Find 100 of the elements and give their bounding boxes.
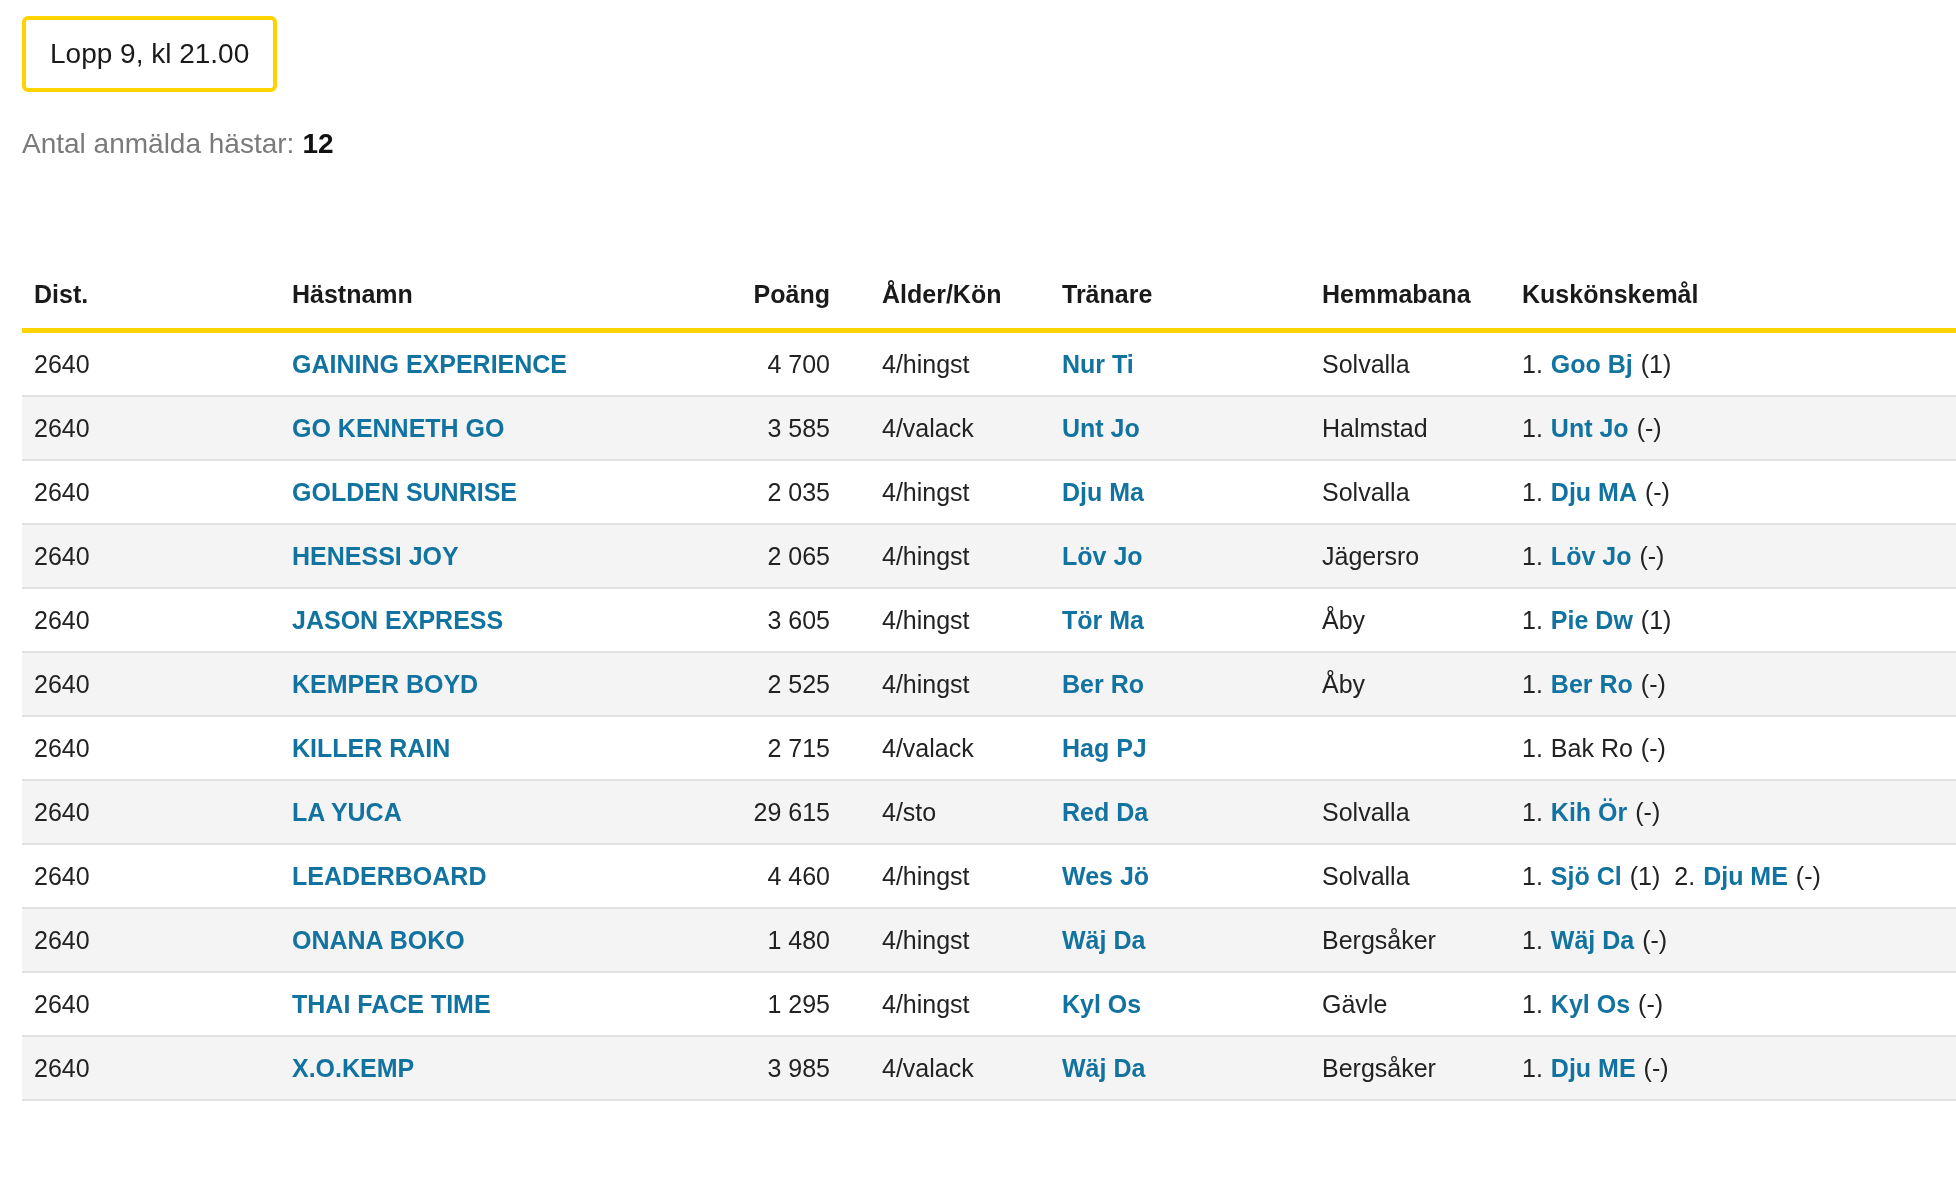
driver-rank: 1. xyxy=(1522,861,1543,891)
driver-note: (1) xyxy=(1640,349,1672,379)
driver-link[interactable]: Sjö Cl xyxy=(1550,861,1622,891)
horse-link[interactable]: LA YUCA xyxy=(292,797,402,826)
driver-link[interactable]: Unt Jo xyxy=(1550,413,1629,443)
home-track: Solvalla xyxy=(1322,861,1410,890)
home-track: Åby xyxy=(1322,605,1366,634)
driver-rank: 1. xyxy=(1522,605,1543,635)
age-sex-cell: 4/hingst xyxy=(870,330,1050,396)
driver-note: (-) xyxy=(1639,541,1665,571)
horse-link[interactable]: X.O.KEMP xyxy=(292,1053,415,1082)
race-title: Lopp 9, kl 21.00 xyxy=(22,16,278,92)
driver-link[interactable]: Dju ME xyxy=(1550,1053,1636,1083)
points-cell: 4 460 xyxy=(720,844,870,908)
trainer-link[interactable]: Nur Ti xyxy=(1062,349,1134,378)
age-sex-cell: 4/valack xyxy=(870,1036,1050,1100)
driver-name: Bak Ro xyxy=(1550,733,1633,763)
points-cell: 3 605 xyxy=(720,588,870,652)
trainer-link[interactable]: Ber Ro xyxy=(1062,669,1144,698)
driver-link[interactable]: Wäj Da xyxy=(1550,925,1635,955)
distance-cell: 2640 xyxy=(22,716,280,780)
distance-cell: 2640 xyxy=(22,972,280,1036)
driver-link[interactable]: Löv Jo xyxy=(1550,541,1632,571)
distance-cell: 2640 xyxy=(22,652,280,716)
age-sex-cell: 4/hingst xyxy=(870,652,1050,716)
driver-rank: 1. xyxy=(1522,925,1543,955)
points-cell: 2 715 xyxy=(720,716,870,780)
trainer-link[interactable]: Hag PJ xyxy=(1062,733,1147,762)
home-track: Bergsåker xyxy=(1322,1053,1436,1082)
horse-link[interactable]: KILLER RAIN xyxy=(292,733,451,762)
age-sex-cell: 4/hingst xyxy=(870,524,1050,588)
points-cell: 2 035 xyxy=(720,460,870,524)
age-sex-cell: 4/hingst xyxy=(870,844,1050,908)
trainer-link[interactable]: Löv Jo xyxy=(1062,541,1143,570)
horse-link[interactable]: GOLDEN SUNRISE xyxy=(292,477,518,506)
driver-note: (-) xyxy=(1642,925,1668,955)
driver-rank: 1. xyxy=(1522,669,1543,699)
points-cell: 2 065 xyxy=(720,524,870,588)
driver-note: (-) xyxy=(1635,797,1661,827)
driver-rank: 1. xyxy=(1522,733,1543,763)
home-track: Solvalla xyxy=(1322,349,1410,378)
horse-link[interactable]: JASON EXPRESS xyxy=(292,605,504,634)
driver-note: (1) xyxy=(1640,605,1672,635)
distance-cell: 2640 xyxy=(22,780,280,844)
age-sex-cell: 4/valack xyxy=(870,396,1050,460)
points-cell: 1 295 xyxy=(720,972,870,1036)
driver-note: (-) xyxy=(1795,861,1821,891)
trainer-link[interactable]: Wes Jö xyxy=(1062,861,1150,890)
driver-rank: 1. xyxy=(1522,413,1543,443)
trainer-link[interactable]: Unt Jo xyxy=(1062,413,1140,442)
horse-link[interactable]: HENESSI JOY xyxy=(292,541,459,570)
trainer-link[interactable]: Wäj Da xyxy=(1062,1053,1146,1082)
home-track: Halmstad xyxy=(1322,413,1428,442)
horse-link[interactable]: LEADERBOARD xyxy=(292,861,487,890)
driver-link[interactable]: Ber Ro xyxy=(1550,669,1633,699)
points-cell: 29 615 xyxy=(720,780,870,844)
horse-link[interactable]: GO KENNETH GO xyxy=(292,413,505,442)
driver-link[interactable]: Goo Bj xyxy=(1550,349,1633,379)
points-cell: 1 480 xyxy=(720,908,870,972)
trainer-link[interactable]: Tör Ma xyxy=(1062,605,1144,634)
home-track: Gävle xyxy=(1322,989,1388,1018)
home-track: Jägersro xyxy=(1322,541,1420,570)
driver-note: (-) xyxy=(1638,989,1664,1019)
age-sex-cell: 4/sto xyxy=(870,780,1050,844)
distance-cell: 2640 xyxy=(22,524,280,588)
age-sex-cell: 4/hingst xyxy=(870,972,1050,1036)
entries-label: Antal anmälda hästar: xyxy=(22,128,295,160)
distance-cell: 2640 xyxy=(22,460,280,524)
horse-link[interactable]: THAI FACE TIME xyxy=(292,989,491,1018)
trainer-link[interactable]: Wäj Da xyxy=(1062,925,1146,954)
driver-link[interactable]: Dju MA xyxy=(1550,477,1637,507)
driver-rank: 1. xyxy=(1522,797,1543,827)
age-sex-cell: 4/hingst xyxy=(870,588,1050,652)
horse-link[interactable]: ONANA BOKO xyxy=(292,925,465,954)
driver-link[interactable]: Kyl Os xyxy=(1550,989,1631,1019)
driver-note: (-) xyxy=(1643,1053,1669,1083)
entries-count: 12 xyxy=(302,128,334,160)
driver-rank: 2. xyxy=(1674,861,1696,891)
horse-link[interactable]: GAINING EXPERIENCE xyxy=(292,349,568,378)
driver-link[interactable]: Kih Ör xyxy=(1550,797,1628,827)
driver-note: (1) xyxy=(1629,861,1661,891)
driver-rank: 1. xyxy=(1522,541,1543,571)
distance-cell: 2640 xyxy=(22,844,280,908)
trainer-link[interactable]: Kyl Os xyxy=(1062,989,1142,1018)
driver-link[interactable]: Dju ME xyxy=(1703,861,1788,891)
points-cell: 2 525 xyxy=(720,652,870,716)
home-track: Solvalla xyxy=(1322,477,1410,506)
points-cell: 3 585 xyxy=(720,396,870,460)
driver-link[interactable]: Pie Dw xyxy=(1550,605,1633,635)
distance-cell: 2640 xyxy=(22,396,280,460)
horse-link[interactable]: KEMPER BOYD xyxy=(292,669,479,698)
home-track: Solvalla xyxy=(1322,797,1410,826)
driver-rank: 1. xyxy=(1522,477,1543,507)
driver-rank: 1. xyxy=(1522,349,1543,379)
points-cell: 3 985 xyxy=(720,1036,870,1100)
home-track: Åby xyxy=(1322,669,1366,698)
trainer-link[interactable]: Dju Ma xyxy=(1062,477,1144,506)
trainer-link[interactable]: Red Da xyxy=(1062,797,1149,826)
distance-cell: 2640 xyxy=(22,908,280,972)
age-sex-cell: 4/valack xyxy=(870,716,1050,780)
